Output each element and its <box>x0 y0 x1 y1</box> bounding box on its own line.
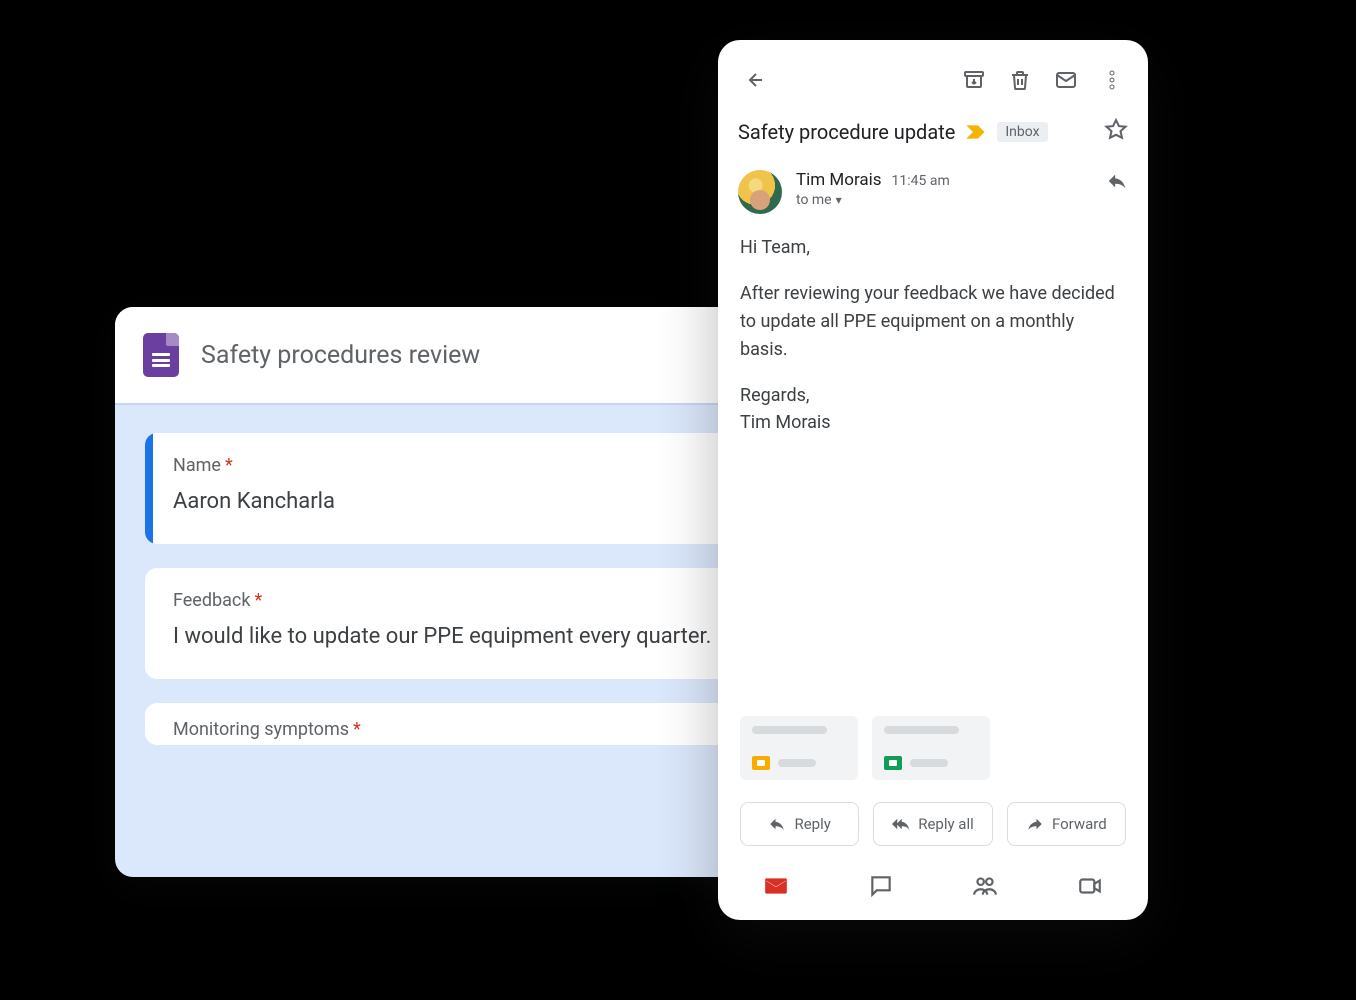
reply-all-button-label: Reply all <box>918 815 974 833</box>
recipient-label: to me <box>796 192 832 208</box>
reply-button[interactable]: Reply <box>740 802 859 846</box>
slides-icon <box>752 756 770 770</box>
gmail-card: Safety procedure update Inbox Tim Morais… <box>718 40 1148 920</box>
email-paragraph: After reviewing your feedback we have de… <box>740 280 1126 364</box>
inbox-label-chip[interactable]: Inbox <box>997 122 1047 142</box>
recipient-dropdown[interactable]: to me ▾ <box>796 192 950 208</box>
required-star: * <box>254 590 262 611</box>
email-greeting: Hi Team, <box>740 234 1126 262</box>
sender-name: Tim Morais <box>796 170 882 190</box>
sender-avatar[interactable] <box>738 170 782 214</box>
sheets-icon <box>884 756 902 770</box>
attachment-slides[interactable] <box>740 716 858 780</box>
mark-unread-icon[interactable] <box>1048 62 1084 98</box>
sender-time: 11:45 am <box>892 173 950 189</box>
nav-spaces-icon[interactable] <box>961 866 1009 906</box>
chevron-down-icon: ▾ <box>836 193 842 207</box>
email-subject: Safety procedure update <box>738 120 955 144</box>
important-marker-icon[interactable] <box>965 124 987 140</box>
forms-title: Safety procedures review <box>201 341 480 370</box>
field-label: Name <box>173 455 221 476</box>
back-icon[interactable] <box>736 62 772 98</box>
reply-icon[interactable] <box>1106 170 1128 196</box>
reply-button-label: Reply <box>794 815 830 833</box>
archive-icon[interactable] <box>956 62 992 98</box>
field-label: Feedback <box>173 590 250 611</box>
required-star: * <box>225 455 233 476</box>
gmail-subject-row: Safety procedure update Inbox <box>718 108 1148 152</box>
star-icon[interactable] <box>1104 118 1128 146</box>
gmail-sender-row: Tim Morais 11:45 am to me ▾ <box>718 152 1148 214</box>
reply-all-button[interactable]: Reply all <box>873 802 992 846</box>
forward-button[interactable]: Forward <box>1007 802 1126 846</box>
more-icon[interactable] <box>1094 62 1130 98</box>
nav-chat-icon[interactable] <box>857 866 905 906</box>
bottom-nav <box>718 852 1148 910</box>
attachment-row <box>718 716 1148 792</box>
email-action-row: Reply Reply all Forward <box>718 792 1148 852</box>
nav-meet-icon[interactable] <box>1066 866 1114 906</box>
gmail-topbar <box>718 40 1148 108</box>
required-star: * <box>353 719 361 740</box>
email-signoff: Regards, Tim Morais <box>740 382 1126 438</box>
nav-mail-icon[interactable] <box>752 866 800 906</box>
forms-app-icon <box>143 333 179 377</box>
attachment-sheets[interactable] <box>872 716 990 780</box>
field-label: Monitoring symptoms <box>173 719 349 740</box>
forward-button-label: Forward <box>1052 815 1107 833</box>
email-body: Hi Team, After reviewing your feedback w… <box>718 214 1148 716</box>
delete-icon[interactable] <box>1002 62 1038 98</box>
